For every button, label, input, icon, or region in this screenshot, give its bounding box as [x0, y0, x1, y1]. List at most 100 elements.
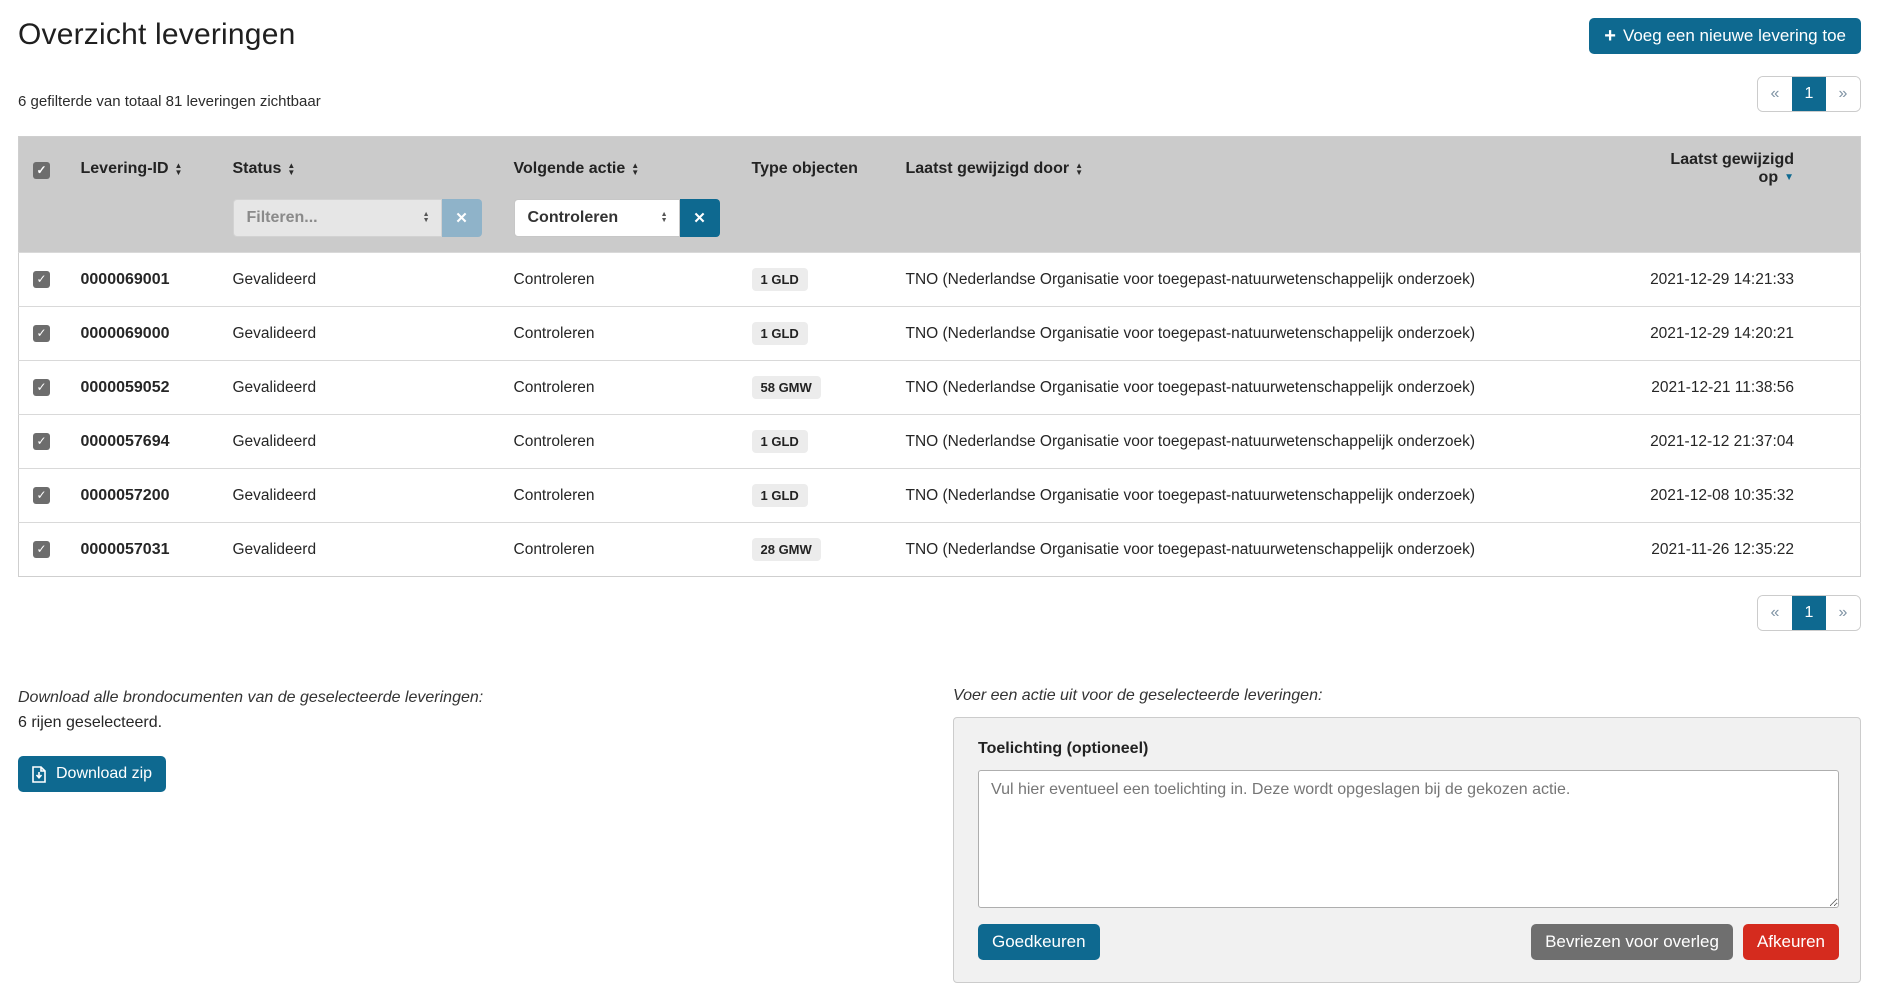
type-objecten-badge: 1 GLD — [752, 268, 808, 291]
select-arrows-icon: ▲▼ — [661, 212, 668, 224]
cell-levering-id: 0000069000 — [81, 307, 233, 361]
row-checkbox[interactable]: ✓ — [33, 541, 50, 558]
cell-gewijzigd-door: TNO (Nederlandse Organisatie voor toegep… — [906, 361, 1639, 415]
header-laatst-gewijzigd-door[interactable]: Laatst gewijzigd door ▲▼ — [906, 137, 1639, 191]
header-volgende-actie-label: Volgende actie — [514, 160, 626, 177]
row-checkbox[interactable]: ✓ — [33, 433, 50, 450]
cell-levering-id: 0000069001 — [81, 253, 233, 307]
secondary-actions: Bevriezen voor overleg Afkeuren — [1531, 924, 1839, 960]
download-zip-button[interactable]: Download zip — [18, 756, 166, 792]
plus-icon: + — [1604, 28, 1616, 44]
pagination-page-1-button[interactable]: 1 — [1792, 596, 1826, 630]
header-volgende-actie[interactable]: Volgende actie ▲▼ — [514, 137, 752, 191]
add-delivery-button[interactable]: + Voeg een nieuwe levering toe — [1589, 18, 1861, 54]
status-filter-group: Filteren... ▲▼ ✕ — [233, 199, 482, 237]
cell-gewijzigd-op: 2021-12-08 10:35:32 — [1639, 469, 1861, 523]
cell-status: Gevalideerd — [233, 253, 514, 307]
header-type-objecten: Type objecten — [752, 137, 906, 191]
check-icon: ✓ — [36, 542, 46, 556]
table-header-row: ✓ Levering-ID▲▼ Status ▲▼ Volgende actie ▲… — [19, 137, 1861, 191]
bevriezen-button[interactable]: Bevriezen voor overleg — [1531, 924, 1733, 960]
overzicht-leveringen-page: Overzicht leveringen + Voeg een nieuwe l… — [0, 0, 1886, 983]
cell-volgende-actie: Controleren — [514, 253, 752, 307]
cell-gewijzigd-op: 2021-12-12 21:37:04 — [1639, 415, 1861, 469]
close-icon: ✕ — [455, 209, 468, 227]
action-instruction: Voer een actie uit voor de geselecteerde… — [953, 687, 1861, 705]
select-all-checkbox[interactable]: ✓ — [33, 162, 50, 179]
header-status-label: Status — [233, 160, 282, 177]
action-buttons-row: Goedkeuren Bevriezen voor overleg Afkeur… — [978, 924, 1839, 960]
cell-levering-id: 0000057200 — [81, 469, 233, 523]
cell-status: Gevalideerd — [233, 307, 514, 361]
type-objecten-badge: 1 GLD — [752, 430, 808, 453]
cell-levering-id: 0000057031 — [81, 523, 233, 577]
status-filter-placeholder: Filteren... — [247, 209, 318, 227]
check-icon: ✓ — [36, 380, 46, 394]
meta-row: 6 gefilterde van totaal 81 leveringen zi… — [18, 76, 1861, 112]
action-section: Voer een actie uit voor de geselecteerde… — [953, 687, 1861, 983]
cell-gewijzigd-op: 2021-12-21 11:38:56 — [1639, 361, 1861, 415]
header-status[interactable]: Status ▲▼ — [233, 137, 514, 191]
status-filter-select[interactable]: Filteren... ▲▼ — [233, 199, 442, 237]
download-file-icon — [32, 766, 47, 783]
pagination-next-button[interactable]: » — [1826, 596, 1860, 630]
status-filter-clear-button: ✕ — [442, 199, 482, 237]
pagination-prev-button[interactable]: « — [1758, 596, 1792, 630]
header-laatst-gewijzigd-door-label: Laatst gewijzigd door — [906, 160, 1070, 177]
cell-gewijzigd-op: 2021-12-29 14:21:33 — [1639, 253, 1861, 307]
toelichting-label: Toelichting (optioneel) — [978, 740, 1839, 758]
goedkeuren-button[interactable]: Goedkeuren — [978, 924, 1100, 960]
cell-volgende-actie: Controleren — [514, 307, 752, 361]
table-row: ✓ 0000057200 Gevalideerd Controleren 1 G… — [19, 469, 1861, 523]
volgende-actie-filter-select[interactable]: Controleren ▲▼ — [514, 199, 680, 237]
sort-icon: ▲▼ — [175, 162, 183, 176]
type-objecten-badge: 28 GMW — [752, 538, 821, 561]
pagination-bottom-row: « 1 » — [18, 595, 1861, 631]
header-laatst-gewijzigd-op[interactable]: Laatst gewijzigd op▼ — [1639, 137, 1861, 191]
pagination-prev-button[interactable]: « — [1758, 77, 1792, 111]
cell-status: Gevalideerd — [233, 361, 514, 415]
download-section: Download alle brondocumenten van de gese… — [18, 687, 483, 792]
check-icon: ✓ — [36, 434, 46, 448]
sort-icon: ▲▼ — [1075, 162, 1083, 176]
row-checkbox[interactable]: ✓ — [33, 379, 50, 396]
toelichting-textarea[interactable] — [978, 770, 1839, 908]
row-checkbox[interactable]: ✓ — [33, 271, 50, 288]
row-checkbox[interactable]: ✓ — [33, 487, 50, 504]
download-zip-label: Download zip — [56, 765, 152, 783]
header-levering-id[interactable]: Levering-ID▲▼ — [81, 137, 233, 191]
cell-levering-id: 0000057694 — [81, 415, 233, 469]
pagination-next-button[interactable]: » — [1826, 77, 1860, 111]
cell-volgende-actie: Controleren — [514, 415, 752, 469]
check-icon: ✓ — [36, 326, 46, 340]
selected-count: 6 rijen geselecteerd. — [18, 714, 483, 732]
cell-status: Gevalideerd — [233, 469, 514, 523]
cell-volgende-actie: Controleren — [514, 469, 752, 523]
page-title: Overzicht leveringen — [18, 18, 295, 52]
type-objecten-badge: 1 GLD — [752, 484, 808, 507]
table-row: ✓ 0000057694 Gevalideerd Controleren 1 G… — [19, 415, 1861, 469]
cell-gewijzigd-door: TNO (Nederlandse Organisatie voor toegep… — [906, 307, 1639, 361]
volgende-actie-filter-group: Controleren ▲▼ ✕ — [514, 199, 720, 237]
check-icon: ✓ — [36, 488, 46, 502]
pagination-top: « 1 » — [1757, 76, 1861, 112]
cell-status: Gevalideerd — [233, 523, 514, 577]
volgende-actie-filter-clear-button[interactable]: ✕ — [680, 199, 720, 237]
row-checkbox[interactable]: ✓ — [33, 325, 50, 342]
header-type-objecten-label: Type objecten — [752, 160, 858, 177]
add-delivery-button-label: Voeg een nieuwe levering toe — [1623, 26, 1846, 46]
sort-desc-icon: ▼ — [1784, 172, 1794, 183]
table-row: ✓ 0000069001 Gevalideerd Controleren 1 G… — [19, 253, 1861, 307]
table-row: ✓ 0000069000 Gevalideerd Controleren 1 G… — [19, 307, 1861, 361]
page-header: Overzicht leveringen + Voeg een nieuwe l… — [18, 14, 1861, 54]
filter-summary: 6 gefilterde van totaal 81 leveringen zi… — [18, 93, 321, 112]
sort-icon: ▲▼ — [287, 162, 295, 176]
sort-icon: ▲▼ — [631, 162, 639, 176]
cell-gewijzigd-door: TNO (Nederlandse Organisatie voor toegep… — [906, 415, 1639, 469]
pagination-bottom: « 1 » — [1757, 595, 1861, 631]
action-panel: Toelichting (optioneel) Goedkeuren Bevri… — [953, 717, 1861, 983]
afkeuren-button[interactable]: Afkeuren — [1743, 924, 1839, 960]
close-icon: ✕ — [693, 209, 706, 227]
cell-gewijzigd-door: TNO (Nederlandse Organisatie voor toegep… — [906, 523, 1639, 577]
pagination-page-1-button[interactable]: 1 — [1792, 77, 1826, 111]
